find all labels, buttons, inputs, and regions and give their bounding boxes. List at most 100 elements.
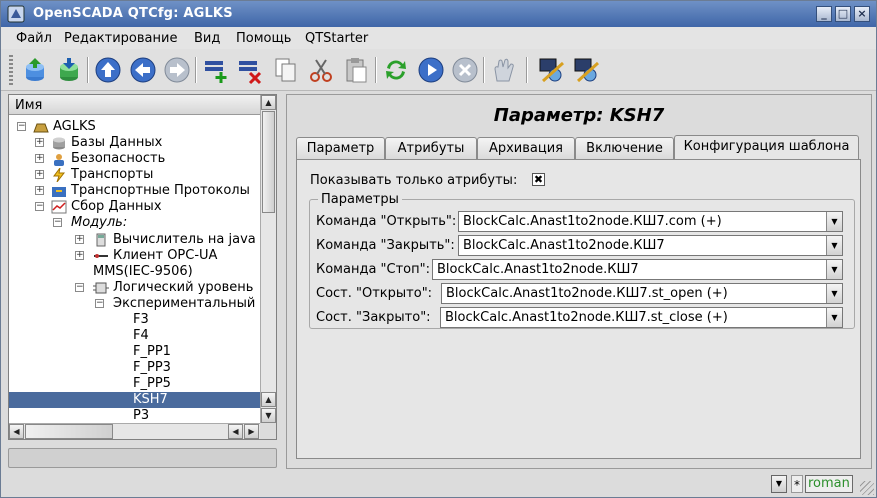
scroll-right-icon[interactable]: ▶ [244, 424, 259, 439]
save-db-icon[interactable] [54, 55, 84, 85]
up-arrow-icon[interactable] [93, 55, 123, 85]
user-indicator[interactable]: roman [805, 475, 853, 493]
tree-horizontal-scrollbar[interactable]: ◀ ◀ ▶ [9, 423, 260, 439]
tree-item-param[interactable]: F3 [9, 312, 260, 328]
paste-icon[interactable] [341, 55, 371, 85]
scroll-up-icon[interactable]: ▲ [261, 95, 276, 110]
modified-indicator: * [791, 475, 803, 493]
calculator-icon [96, 233, 106, 247]
tree-item-param[interactable]: P3 [9, 408, 260, 424]
show-attributes-checkbox[interactable]: ✖ [532, 173, 545, 186]
expand-icon[interactable]: + [35, 154, 44, 163]
menu-help[interactable]: Помощь [236, 31, 291, 46]
logic-icon [93, 282, 109, 294]
resize-grip-icon[interactable] [860, 481, 874, 495]
start-icon[interactable] [416, 55, 446, 85]
tree-item-param[interactable]: F_PP3 [9, 360, 260, 376]
tree-item-transports[interactable]: + Транспорты [9, 167, 260, 183]
menu-view[interactable]: Вид [194, 31, 220, 46]
expand-icon[interactable]: + [35, 170, 44, 179]
collapse-icon[interactable]: − [53, 218, 62, 227]
tree-vertical-scrollbar[interactable]: ▲ ▲ ▼ [260, 95, 276, 424]
close-window-button[interactable]: × [854, 6, 870, 22]
tab-archiving[interactable]: Архивация [477, 137, 575, 159]
tree-item-param[interactable]: F_PP5 [9, 376, 260, 392]
cut-icon[interactable] [306, 55, 336, 85]
chevron-down-icon[interactable]: ▼ [771, 475, 787, 493]
tree-item-station[interactable]: − AGLKS [9, 119, 260, 135]
delete-item-icon[interactable] [235, 55, 265, 85]
add-item-icon[interactable] [201, 55, 231, 85]
template-config-page: Показывать только атрибуты: ✖ Параметры … [296, 159, 861, 459]
tree-item-opc-ua[interactable]: + Клиент OPC-UA [9, 248, 260, 264]
load-db-icon[interactable] [20, 55, 50, 85]
openscada-logo-icon [7, 5, 25, 23]
horizontal-scroll-thumb[interactable] [25, 424, 113, 439]
scroll-left-icon[interactable]: ◀ [228, 424, 243, 439]
minimize-button[interactable]: _ [816, 6, 832, 22]
title-bar[interactable]: OpenSCADA QTCfg: AGLKS _ □ × [1, 1, 876, 27]
tree-item-experimental[interactable]: − Экспериментальный [9, 296, 260, 312]
expand-icon[interactable]: + [35, 186, 44, 195]
tree-column-header[interactable]: Имя [9, 95, 260, 115]
menu-edit[interactable]: Редактирование [64, 31, 177, 46]
collapse-icon[interactable]: − [95, 299, 104, 308]
collapse-icon[interactable]: − [35, 202, 44, 211]
maximize-button[interactable]: □ [835, 6, 851, 22]
tree-item-mms[interactable]: MMS(IEC-9506) [9, 264, 260, 280]
scroll-up-icon[interactable]: ▲ [261, 392, 276, 407]
refresh-icon[interactable] [381, 55, 411, 85]
forward-arrow-icon[interactable] [162, 55, 192, 85]
scrollbar-corner [260, 423, 276, 439]
tree-item-logic-level[interactable]: − Логический уровень [9, 280, 260, 296]
chevron-down-icon[interactable]: ▼ [826, 308, 842, 327]
opened-state-combo[interactable]: BlockCalc.Anast1to2node.КШ7.st_open (+) … [441, 283, 843, 304]
expand-icon[interactable]: + [35, 138, 44, 147]
tree-item-security[interactable]: + Безопасность [9, 151, 260, 167]
back-arrow-icon[interactable] [128, 55, 158, 85]
tree-item-module-group[interactable]: − Модуль: [9, 215, 260, 231]
stop-command-combo[interactable]: BlockCalc.Anast1to2node.КШ7 ▼ [432, 259, 843, 280]
daq-icon [51, 200, 67, 214]
tree-item-protocols[interactable]: + Транспортные Протоколы [9, 183, 260, 199]
tree-item-java-calc[interactable]: + Вычислитель на java [9, 232, 260, 248]
tab-parameter[interactable]: Параметр [296, 137, 385, 159]
collapse-icon[interactable]: − [75, 283, 84, 292]
visual-runtime-icon[interactable] [572, 55, 602, 85]
copy-icon[interactable] [271, 55, 301, 85]
tree-item-param[interactable]: F_PP1 [9, 344, 260, 360]
scroll-left-icon[interactable]: ◀ [9, 424, 24, 439]
expand-icon[interactable]: + [75, 235, 84, 244]
menu-file[interactable]: Файл [16, 31, 52, 46]
chevron-down-icon[interactable]: ▼ [826, 212, 842, 231]
menu-bar: Файл Редактирование Вид Помощь QTStarter [1, 27, 876, 49]
protocol-icon [52, 187, 66, 197]
tab-template-config[interactable]: Конфигурация шаблона [674, 135, 859, 160]
hand-icon[interactable] [489, 55, 519, 85]
chevron-down-icon[interactable]: ▼ [826, 284, 842, 303]
vertical-scroll-thumb[interactable] [262, 111, 275, 213]
tree-item-databases[interactable]: + Базы Данных [9, 135, 260, 151]
toolbar-grip[interactable] [9, 55, 13, 85]
tree-item-param[interactable]: F4 [9, 328, 260, 344]
status-bar: ▼ * roman [1, 472, 876, 497]
menu-qtstarter[interactable]: QTStarter [305, 31, 368, 46]
tree-item-param-selected[interactable]: KSH7 [9, 392, 260, 408]
tab-attributes[interactable]: Атрибуты [385, 137, 477, 159]
panel-splitter[interactable] [281, 94, 285, 469]
tab-enabling[interactable]: Включение [575, 137, 674, 159]
scroll-down-icon[interactable]: ▼ [261, 408, 276, 423]
chevron-down-icon[interactable]: ▼ [826, 236, 842, 255]
expand-icon[interactable]: + [75, 251, 84, 260]
tree-item-daq[interactable]: − Сбор Данных [9, 199, 260, 215]
database-icon [53, 137, 65, 150]
collapse-icon[interactable]: − [17, 122, 26, 131]
page-title: Параметр: KSH7 [493, 105, 665, 126]
visual-editor-icon[interactable] [537, 55, 567, 85]
chevron-down-icon[interactable]: ▼ [826, 260, 842, 279]
open-command-combo[interactable]: BlockCalc.Anast1to2node.КШ7.com (+) ▼ [458, 211, 843, 232]
close-command-combo[interactable]: BlockCalc.Anast1to2node.КШ7 ▼ [458, 235, 843, 256]
field-label: Команда "Закрыть": [316, 238, 455, 253]
closed-state-combo[interactable]: BlockCalc.Anast1to2node.КШ7.st_close (+)… [440, 307, 843, 328]
stop-icon[interactable] [450, 55, 480, 85]
